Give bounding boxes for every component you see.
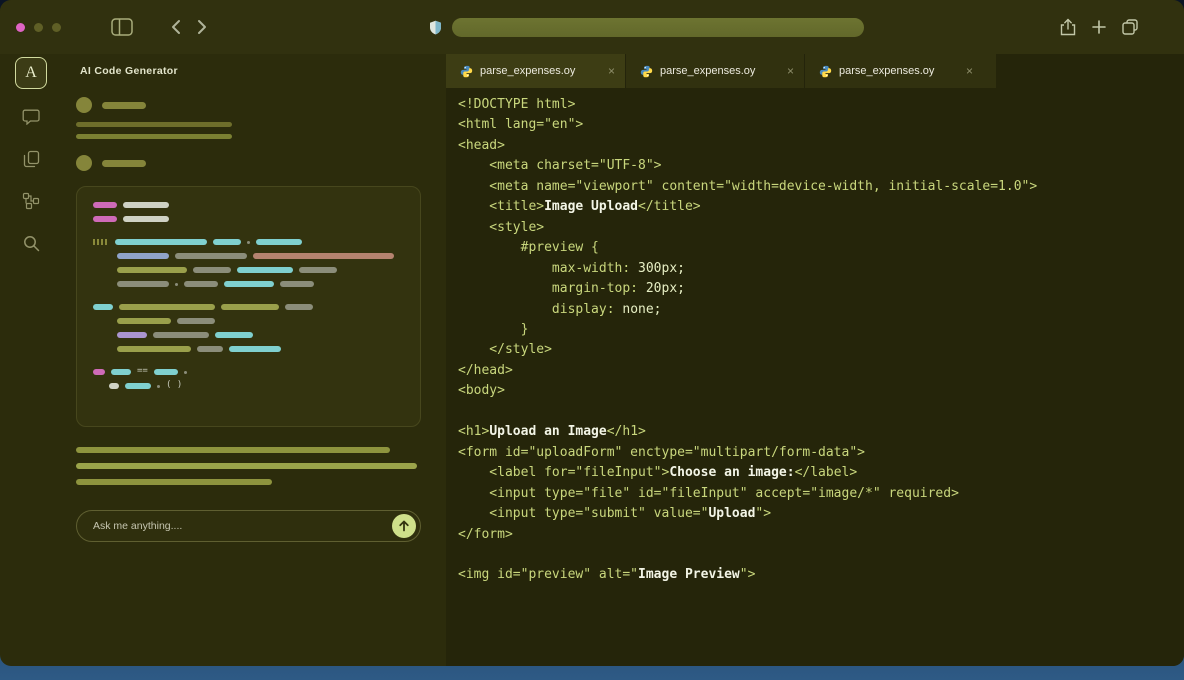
code-line: <html lang="en"> bbox=[458, 115, 1184, 135]
code-line bbox=[458, 545, 1184, 565]
tab-label: parse_expenses.oy bbox=[660, 65, 780, 77]
sidebar-toggle-icon[interactable] bbox=[111, 18, 133, 36]
code-line: max-width: 300px; bbox=[458, 259, 1184, 279]
avatar bbox=[76, 97, 92, 113]
skeleton-line bbox=[76, 479, 272, 485]
code-line: </head> bbox=[458, 361, 1184, 381]
search-icon[interactable] bbox=[19, 231, 43, 255]
code-line: #preview { bbox=[458, 238, 1184, 258]
back-icon[interactable] bbox=[171, 19, 181, 35]
browser-window: A AI Code Generator bbox=[0, 0, 1184, 666]
code-line: <form id="uploadForm" enctype="multipart… bbox=[458, 443, 1184, 463]
code-line: <h1>Upload an Image</h1> bbox=[458, 422, 1184, 442]
message-avatar-row bbox=[76, 155, 421, 171]
code-line: <img id="preview" alt="Image Preview"> bbox=[458, 565, 1184, 585]
zoom-window-button[interactable] bbox=[52, 23, 61, 32]
code-preview-card: == ( ) bbox=[76, 186, 421, 427]
skeleton-line bbox=[76, 122, 232, 127]
skeleton-glyph: ( ) bbox=[166, 382, 182, 388]
tab-label: parse_expenses.oy bbox=[839, 65, 959, 77]
minimize-window-button[interactable] bbox=[34, 23, 43, 32]
code-line: } bbox=[458, 320, 1184, 340]
skeleton-line bbox=[76, 447, 390, 453]
code-line: <head> bbox=[458, 136, 1184, 156]
new-tab-icon[interactable] bbox=[1092, 20, 1106, 34]
code-line: <meta name="viewport" content="width=dev… bbox=[458, 177, 1184, 197]
main-content: A AI Code Generator bbox=[0, 54, 1184, 666]
skeleton-glyph: == bbox=[137, 368, 148, 374]
python-file-icon bbox=[460, 65, 473, 78]
editor-tab[interactable]: parse_expenses.oy × bbox=[625, 54, 804, 88]
code-line: <style> bbox=[458, 218, 1184, 238]
skeleton-name bbox=[102, 160, 146, 167]
send-button[interactable] bbox=[392, 514, 416, 538]
desktop-background: A AI Code Generator bbox=[0, 0, 1184, 680]
app-rail: A bbox=[0, 54, 62, 666]
forward-icon[interactable] bbox=[197, 19, 207, 35]
code-line: margin-top: 20px; bbox=[458, 279, 1184, 299]
chat-icon[interactable] bbox=[19, 105, 43, 129]
code-line: <body> bbox=[458, 381, 1184, 401]
skeleton-name bbox=[102, 102, 146, 109]
chat-panel: AI Code Generator bbox=[62, 54, 446, 666]
url-bar[interactable] bbox=[452, 18, 864, 37]
code-line: </style> bbox=[458, 340, 1184, 360]
editor-tab[interactable]: parse_expenses.oy × bbox=[804, 54, 983, 88]
chat-header: AI Code Generator bbox=[62, 54, 446, 88]
workflow-icon[interactable] bbox=[19, 189, 43, 213]
editor-tab[interactable]: parse_expenses.oy × bbox=[446, 54, 625, 88]
python-file-icon bbox=[640, 65, 653, 78]
prompt-input-row bbox=[76, 510, 421, 542]
files-icon[interactable] bbox=[19, 147, 43, 171]
browser-chrome bbox=[0, 0, 1184, 54]
code-area[interactable]: <!DOCTYPE html><html lang="en"><head> <m… bbox=[446, 88, 1184, 586]
navigation-controls bbox=[171, 19, 207, 35]
tab-close-icon[interactable]: × bbox=[787, 65, 794, 77]
window-controls bbox=[16, 23, 61, 32]
code-line: </form> bbox=[458, 525, 1184, 545]
privacy-shield-icon[interactable] bbox=[429, 20, 442, 35]
tab-close-icon[interactable]: × bbox=[966, 65, 973, 77]
tab-close-icon[interactable]: × bbox=[608, 65, 615, 77]
editor-panel: parse_expenses.oy × parse_expenses.oy × … bbox=[446, 54, 1184, 666]
app-logo[interactable]: A bbox=[15, 57, 47, 89]
code-line: <input type="file" id="fileInput" accept… bbox=[458, 484, 1184, 504]
code-line: <meta charset="UTF-8"> bbox=[458, 156, 1184, 176]
code-line: <label for="fileInput">Choose an image:<… bbox=[458, 463, 1184, 483]
skeleton-line bbox=[76, 463, 417, 469]
editor-tabstrip: parse_expenses.oy × parse_expenses.oy × … bbox=[446, 54, 1184, 88]
chrome-actions bbox=[1060, 18, 1184, 36]
python-file-icon bbox=[819, 65, 832, 78]
chat-body: == ( ) bbox=[62, 88, 446, 542]
code-line: display: none; bbox=[458, 300, 1184, 320]
avatar bbox=[76, 155, 92, 171]
prompt-input-pill bbox=[76, 510, 421, 542]
close-window-button[interactable] bbox=[16, 23, 25, 32]
code-line: <title>Image Upload</title> bbox=[458, 197, 1184, 217]
share-icon[interactable] bbox=[1060, 18, 1076, 36]
address-bar-group bbox=[429, 18, 864, 37]
app-logo-glyph: A bbox=[25, 64, 37, 82]
code-line: <input type="submit" value="Upload"> bbox=[458, 504, 1184, 524]
editor-tabs: parse_expenses.oy × parse_expenses.oy × … bbox=[446, 54, 996, 88]
skeleton-line bbox=[76, 134, 232, 139]
tab-label: parse_expenses.oy bbox=[480, 65, 601, 77]
panel-title: AI Code Generator bbox=[80, 65, 178, 77]
tab-overview-icon[interactable] bbox=[1122, 19, 1138, 35]
code-line bbox=[458, 402, 1184, 422]
message-avatar-row bbox=[76, 97, 421, 113]
prompt-input[interactable] bbox=[91, 519, 384, 533]
code-line: <!DOCTYPE html> bbox=[458, 95, 1184, 115]
